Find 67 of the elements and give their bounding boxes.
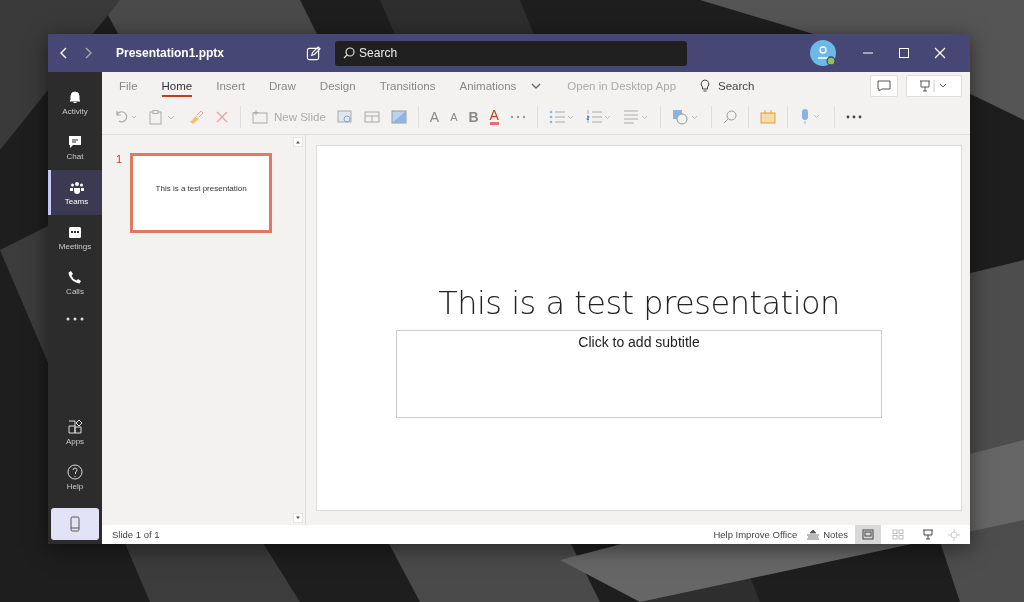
more-icon[interactable] <box>845 115 862 119</box>
undo-icon[interactable] <box>114 110 138 124</box>
tell-me-search[interactable]: Search <box>718 80 755 92</box>
calendar-icon <box>67 224 83 240</box>
designer-icon[interactable] <box>759 110 776 124</box>
chevron-down-icon[interactable] <box>531 83 542 89</box>
view-button[interactable] <box>855 525 881 544</box>
format-painter-icon[interactable] <box>188 110 204 124</box>
paste-icon[interactable] <box>149 109 177 125</box>
avatar[interactable] <box>810 40 836 66</box>
subtitle-placeholder[interactable]: Click to add subtitle <box>396 330 882 418</box>
new-slide-icon <box>252 110 268 124</box>
numbering-icon[interactable] <box>585 110 612 124</box>
forward-icon[interactable] <box>84 47 92 59</box>
maximize-icon[interactable] <box>898 47 910 59</box>
bell-icon <box>67 89 83 105</box>
notes-button[interactable]: Notes <box>807 529 848 540</box>
nav-item[interactable]: Chat <box>48 125 102 170</box>
presenter-icon <box>919 80 949 92</box>
ribbon-tab[interactable]: Home <box>152 76 202 96</box>
close-icon[interactable] <box>934 47 946 59</box>
lightbulb-icon <box>700 79 711 93</box>
thumbnail-title: This is a test presentation <box>155 184 247 194</box>
more-icon[interactable] <box>66 317 84 321</box>
nav-item[interactable]: Help <box>48 455 102 500</box>
shapes-icon[interactable] <box>671 109 700 125</box>
font-color-button[interactable]: A <box>489 109 499 125</box>
nav-item[interactable]: Meetings <box>48 215 102 260</box>
search-icon <box>343 47 356 59</box>
grid-view-icon <box>892 529 904 540</box>
background-icon[interactable] <box>390 110 407 124</box>
feedback-link[interactable]: Help Improve Office <box>713 529 798 540</box>
section-icon[interactable] <box>363 110 380 124</box>
nav-item[interactable]: Teams <box>48 170 102 215</box>
normal-view-icon <box>862 529 874 540</box>
people-icon <box>68 179 85 195</box>
phone-device-icon <box>70 516 80 532</box>
nav-item[interactable]: Activity <box>48 80 102 125</box>
search-field[interactable]: Search <box>335 40 688 66</box>
presenter-icon <box>922 529 934 540</box>
nav-item[interactable]: Apps <box>48 410 102 455</box>
present-button[interactable] <box>906 75 962 97</box>
delete-icon[interactable] <box>215 110 229 124</box>
comment-icon <box>877 80 891 92</box>
align-icon[interactable] <box>622 110 649 124</box>
zoom-fit-icon[interactable] <box>948 528 960 541</box>
phone-icon <box>67 269 83 285</box>
layout-icon[interactable] <box>336 110 353 124</box>
compose-icon[interactable] <box>306 45 322 61</box>
help-icon <box>67 464 83 480</box>
mobile-device-button[interactable] <box>51 508 99 540</box>
slide-thumbnail[interactable]: This is a test presentation <box>130 153 273 233</box>
scroll-down-icon[interactable] <box>293 513 303 523</box>
scroll-up-icon[interactable] <box>293 137 303 147</box>
chat-icon <box>67 134 83 150</box>
slide-title[interactable]: This is a test presentation <box>438 284 840 322</box>
back-icon[interactable] <box>60 47 68 59</box>
window-title: Presentation1.pptx <box>116 46 225 60</box>
slide-position: Slide 1 of 1 <box>112 529 160 540</box>
search-icon[interactable] <box>722 110 737 124</box>
apps-icon <box>67 419 83 435</box>
bullets-icon[interactable] <box>548 110 575 124</box>
slide-canvas[interactable]: This is a test presentation Click to add subtitle <box>316 145 962 511</box>
notes-icon <box>807 529 820 540</box>
nav-item[interactable]: Calls <box>48 260 102 305</box>
comments-button[interactable] <box>870 75 898 97</box>
slide-number: 1 <box>116 153 123 167</box>
